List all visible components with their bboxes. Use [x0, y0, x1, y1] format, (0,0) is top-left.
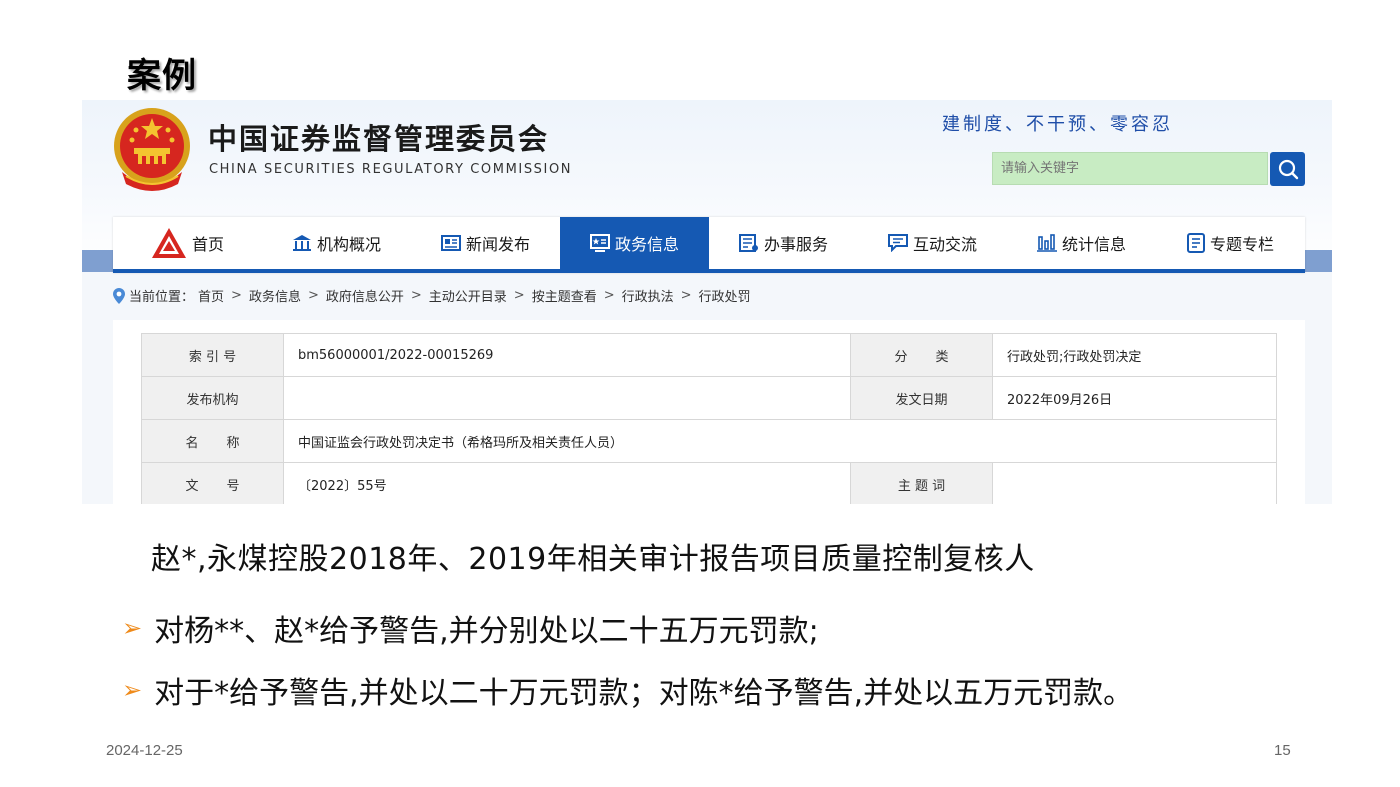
- category-value: 行政处罚;行政处罚决定: [992, 333, 1277, 377]
- search-icon: [1278, 159, 1298, 180]
- header-band-left: [82, 250, 114, 272]
- category-label: 分类: [850, 333, 993, 377]
- document-meta-table: 索 引 号 bm56000001/2022-00015269 分类 行政处罚;行…: [141, 333, 1277, 504]
- breadcrumb-item[interactable]: 政务信息: [249, 286, 301, 305]
- bullet-text: 对杨**、赵*给予警告,并分别处以二十五万元罚款;: [154, 614, 819, 649]
- index-value: bm56000001/2022-00015269: [283, 333, 851, 377]
- breadcrumb-prefix: 当前位置：: [129, 290, 195, 305]
- keywords-value: [992, 462, 1277, 504]
- issuer-value: [283, 376, 851, 420]
- csrc-website-screenshot: 中国证券监督管理委员会 CHINA SECURITIES REGULATORY …: [82, 100, 1332, 504]
- nav-item-statistics[interactable]: 统计信息: [1007, 217, 1156, 269]
- list-item: ➢ 对于*给予警告,并处以二十万元罚款；对陈*给予警告,并处以五万元罚款。: [122, 668, 1133, 712]
- case-summary: 赵*,永煤控股2018年、2019年相关审计报告项目质量控制复核人: [151, 542, 1035, 577]
- bar-chart-icon: [1036, 234, 1057, 252]
- slide-title: 案例: [127, 56, 197, 96]
- national-emblem-icon: [114, 108, 190, 191]
- nav-item-interaction[interactable]: 互动交流: [858, 217, 1007, 269]
- gov-info-icon: [589, 234, 610, 252]
- search-input[interactable]: [992, 152, 1268, 185]
- chat-icon: [887, 234, 908, 252]
- slide-date: 2024-12-25: [106, 742, 183, 759]
- breadcrumb-item[interactable]: 行政执法: [622, 286, 674, 305]
- org-name-en: CHINA SECURITIES REGULATORY COMMISSION: [209, 162, 573, 177]
- service-icon: [738, 234, 759, 252]
- index-label: 索 引 号: [141, 333, 284, 377]
- name-value: 中国证监会行政处罚决定书（希格玛所及相关责任人员）: [283, 419, 1277, 463]
- date-label: 发文日期: [850, 376, 993, 420]
- table-row: 文号 〔2022〕55号 主 题 词: [141, 462, 1277, 504]
- nav-label: 首页: [191, 235, 224, 254]
- nav-label: 政务信息: [614, 235, 679, 254]
- table-row: 索 引 号 bm56000001/2022-00015269 分类 行政处罚;行…: [141, 333, 1277, 377]
- document-icon: [1186, 233, 1205, 253]
- name-label: 名称: [141, 419, 284, 463]
- site-slogan: 建制度、不干预、零容忍: [942, 114, 1173, 135]
- building-icon: [292, 234, 312, 252]
- breadcrumb: 当前位置： 首页 > 政务信息 > 政府信息公开 > 主动公开目录 > 按主题查…: [113, 286, 751, 305]
- arrow-bullet-icon: ➢: [122, 676, 143, 704]
- nav-label: 专题专栏: [1209, 235, 1274, 254]
- nav-item-services[interactable]: 办事服务: [709, 217, 858, 269]
- table-row: 名称 中国证监会行政处罚决定书（希格玛所及相关责任人员）: [141, 419, 1277, 463]
- nav-label: 新闻发布: [465, 235, 530, 254]
- nav-item-about[interactable]: 机构概况: [262, 217, 411, 269]
- breadcrumb-item[interactable]: 主动公开目录: [429, 286, 507, 305]
- nav-label: 统计信息: [1061, 235, 1126, 254]
- date-value: 2022年09月26日: [992, 376, 1277, 420]
- breadcrumb-item[interactable]: 行政处罚: [699, 286, 751, 305]
- nav-label: 互动交流: [912, 235, 977, 254]
- nav-item-topics[interactable]: 专题专栏: [1156, 217, 1305, 269]
- table-row: 发布机构 发文日期 2022年09月26日: [141, 376, 1277, 420]
- nav-item-home[interactable]: 首页: [113, 217, 262, 269]
- breadcrumb-item[interactable]: 首页: [198, 286, 224, 305]
- arrow-bullet-icon: ➢: [122, 614, 143, 642]
- nav-label: 机构概况: [316, 235, 381, 254]
- nav-label: 办事服务: [763, 235, 828, 254]
- main-nav: 首页 机构概况 新闻发布 政务信息 办事服务 互动交流 统计信息 专题专栏: [113, 217, 1305, 273]
- nav-item-news[interactable]: 新闻发布: [411, 217, 560, 269]
- breadcrumb-item[interactable]: 政府信息公开: [326, 286, 404, 305]
- nav-item-gov-info[interactable]: 政务信息: [560, 217, 709, 269]
- bullet-text: 对于*给予警告,并处以二十万元罚款；对陈*给予警告,并处以五万元罚款。: [154, 676, 1134, 711]
- org-name-cn: 中国证券监督管理委员会: [208, 122, 550, 156]
- location-pin-icon: [113, 287, 125, 304]
- doc-no-value: 〔2022〕55号: [283, 462, 851, 504]
- header-band-right: [1304, 250, 1332, 272]
- breadcrumb-item[interactable]: 按主题查看: [532, 286, 597, 305]
- list-item: ➢ 对杨**、赵*给予警告,并分别处以二十五万元罚款;: [122, 606, 819, 650]
- document-meta-card: 索 引 号 bm56000001/2022-00015269 分类 行政处罚;行…: [113, 320, 1305, 504]
- page-number: 15: [1274, 742, 1291, 759]
- doc-no-label: 文号: [141, 462, 284, 504]
- keywords-label: 主 题 词: [850, 462, 993, 504]
- search-button[interactable]: [1270, 152, 1305, 186]
- issuer-label: 发布机构: [141, 376, 284, 420]
- newspaper-icon: [440, 234, 461, 252]
- logo-icon: [151, 227, 187, 259]
